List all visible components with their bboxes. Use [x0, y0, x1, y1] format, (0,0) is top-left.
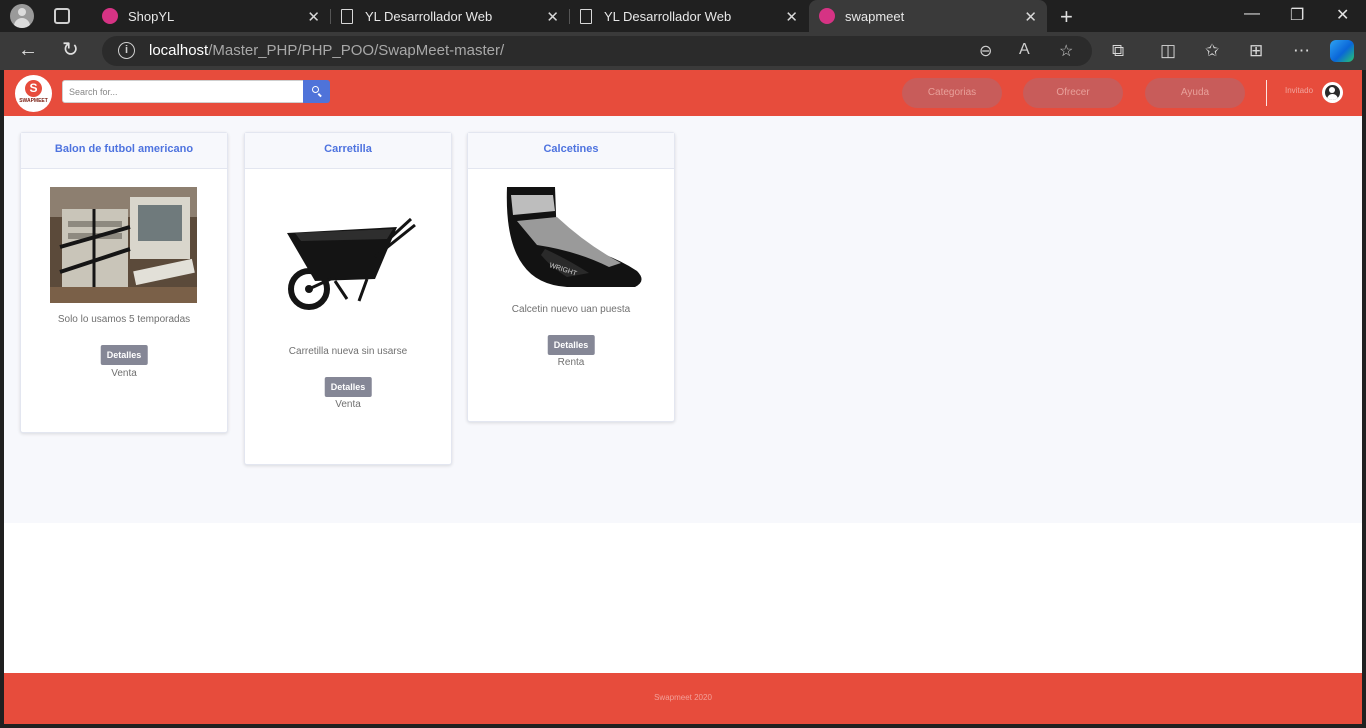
- more-icon[interactable]: ⋯: [1293, 41, 1310, 61]
- user-label[interactable]: Invitado: [1285, 86, 1313, 95]
- document-icon: [341, 8, 353, 24]
- product-title[interactable]: Balon de futbol americano: [21, 133, 227, 169]
- document-icon: [580, 8, 592, 24]
- logo-word: SWAPMEET: [19, 98, 48, 104]
- product-mode: Venta: [335, 399, 361, 410]
- product-title[interactable]: Calcetines: [468, 133, 674, 169]
- close-tab-icon[interactable]: ✕: [1024, 8, 1037, 26]
- reload-icon[interactable]: ↻: [62, 40, 79, 60]
- copilot-icon[interactable]: [1330, 40, 1354, 62]
- back-icon[interactable]: ←: [18, 40, 38, 60]
- split-screen-icon[interactable]: ◫: [1160, 41, 1176, 61]
- product-image-computer: [50, 187, 197, 303]
- workspaces-icon[interactable]: [54, 8, 70, 24]
- product-mode: Renta: [557, 357, 585, 368]
- favorites-icon[interactable]: ✩: [1205, 41, 1219, 61]
- product-description: Solo lo usamos 5 temporadas: [57, 314, 191, 325]
- search-icon: [312, 86, 319, 93]
- product-grid: Balon de futbol americano Solo lo usamos…: [4, 116, 1362, 523]
- url-host: localhost: [149, 42, 209, 59]
- close-tab-icon[interactable]: ✕: [546, 8, 559, 26]
- profile-icon[interactable]: [10, 4, 34, 28]
- site-info-icon[interactable]: i: [118, 42, 135, 59]
- nav-ayuda-button[interactable]: Ayuda: [1145, 78, 1245, 108]
- browser-tab-yl-1[interactable]: YL Desarrollador Web ✕: [331, 0, 569, 32]
- search-input[interactable]: [62, 80, 304, 103]
- close-tab-icon[interactable]: ✕: [307, 8, 320, 26]
- user-avatar-icon[interactable]: [1322, 82, 1343, 103]
- shop-favicon-icon: [102, 8, 118, 24]
- tab-title: ShopYL: [128, 8, 175, 24]
- site-logo[interactable]: S SWAPMEET: [15, 75, 52, 112]
- read-aloud-icon[interactable]: A: [1019, 41, 1030, 59]
- browser-tab-swapmeet[interactable]: swapmeet ✕: [809, 0, 1047, 32]
- window-close-icon[interactable]: ✕: [1336, 5, 1349, 25]
- product-description: Calcetin nuevo uan puesta: [511, 304, 631, 315]
- favorite-star-icon[interactable]: ☆: [1059, 41, 1073, 61]
- extensions-icon[interactable]: ⧉: [1112, 41, 1124, 61]
- url-text: localhost/Master_PHP/PHP_POO/SwapMeet-ma…: [149, 42, 504, 59]
- product-mode: Venta: [111, 368, 137, 379]
- footer-text: Swapmeet 2020: [654, 693, 712, 702]
- close-tab-icon[interactable]: ✕: [785, 8, 798, 26]
- product-image-sock: WRIGHT: [506, 187, 642, 287]
- browser-tab-shopyl[interactable]: ShopYL ✕: [92, 0, 330, 32]
- details-button[interactable]: Detalles: [100, 345, 148, 365]
- minimize-icon[interactable]: —: [1244, 5, 1260, 23]
- tab-title: swapmeet: [845, 8, 905, 24]
- product-title[interactable]: Carretilla: [245, 133, 451, 169]
- address-bar[interactable]: i localhost/Master_PHP/PHP_POO/SwapMeet-…: [102, 36, 1092, 66]
- product-card: Balon de futbol americano Solo lo usamos…: [20, 132, 228, 433]
- logo-letter: S: [25, 80, 42, 97]
- web-page: S SWAPMEET Categorias Ofrecer Ayuda Invi…: [4, 70, 1362, 724]
- nav-ofrecer-button[interactable]: Ofrecer: [1023, 78, 1123, 108]
- zoom-icon[interactable]: ⊖: [979, 41, 992, 61]
- collections-icon[interactable]: ⊞: [1249, 41, 1263, 61]
- details-button[interactable]: Detalles: [324, 377, 372, 397]
- tab-title: YL Desarrollador Web: [365, 8, 493, 24]
- browser-tab-yl-2[interactable]: YL Desarrollador Web ✕: [570, 0, 808, 32]
- site-footer: Swapmeet 2020: [4, 673, 1362, 724]
- product-description: Carretilla nueva sin usarse: [288, 346, 408, 357]
- product-image-wheelbarrow: [287, 217, 416, 310]
- product-card: Calcetines WRIGHT Calcetin nuevo uan pue…: [467, 132, 675, 422]
- swapmeet-favicon-icon: [819, 8, 835, 24]
- site-header: S SWAPMEET Categorias Ofrecer Ayuda Invi…: [4, 70, 1362, 116]
- nav-categorias-button[interactable]: Categorias: [902, 78, 1002, 108]
- tab-title: YL Desarrollador Web: [604, 8, 732, 24]
- browser-tab-bar: ShopYL ✕ YL Desarrollador Web ✕ YL Desar…: [0, 0, 1366, 32]
- new-tab-icon[interactable]: +: [1060, 4, 1073, 30]
- header-divider: [1266, 80, 1267, 106]
- restore-icon[interactable]: ❐: [1290, 5, 1304, 25]
- search-button[interactable]: [303, 80, 330, 103]
- url-path: /Master_PHP/PHP_POO/SwapMeet-master/: [208, 42, 505, 59]
- product-card: Carretilla Carretilla nueva sin usarse D…: [244, 132, 452, 465]
- browser-toolbar: ← ↻ i localhost/Master_PHP/PHP_POO/SwapM…: [0, 32, 1366, 70]
- details-button[interactable]: Detalles: [547, 335, 595, 355]
